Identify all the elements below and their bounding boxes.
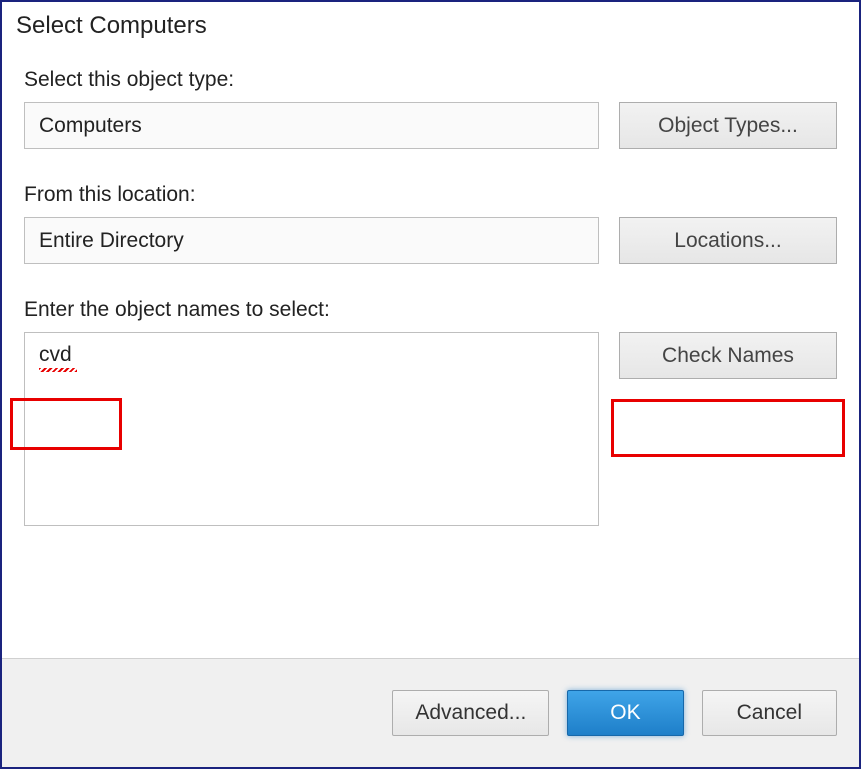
location-value: Entire Directory: [39, 229, 184, 253]
dialog-footer: Advanced... OK Cancel: [2, 658, 859, 767]
object-names-value: cvd: [39, 343, 72, 366]
select-computers-dialog: Select Computers Select this object type…: [0, 0, 861, 769]
advanced-button[interactable]: Advanced...: [392, 690, 549, 736]
object-type-value: Computers: [39, 114, 142, 138]
dialog-content: Select this object type: Computers Objec…: [2, 40, 859, 658]
ok-button[interactable]: OK: [567, 690, 683, 736]
object-names-label: Enter the object names to select:: [24, 298, 837, 322]
locations-button[interactable]: Locations...: [619, 217, 837, 264]
location-label: From this location:: [24, 183, 837, 207]
object-type-label: Select this object type:: [24, 68, 837, 92]
spellcheck-underline-icon: [39, 368, 77, 372]
dialog-title: Select Computers: [2, 2, 859, 40]
cancel-button[interactable]: Cancel: [702, 690, 837, 736]
object-type-field[interactable]: Computers: [24, 102, 599, 149]
object-types-button[interactable]: Object Types...: [619, 102, 837, 149]
check-names-button[interactable]: Check Names: [619, 332, 837, 379]
location-field[interactable]: Entire Directory: [24, 217, 599, 264]
object-names-input[interactable]: cvd: [24, 332, 599, 526]
